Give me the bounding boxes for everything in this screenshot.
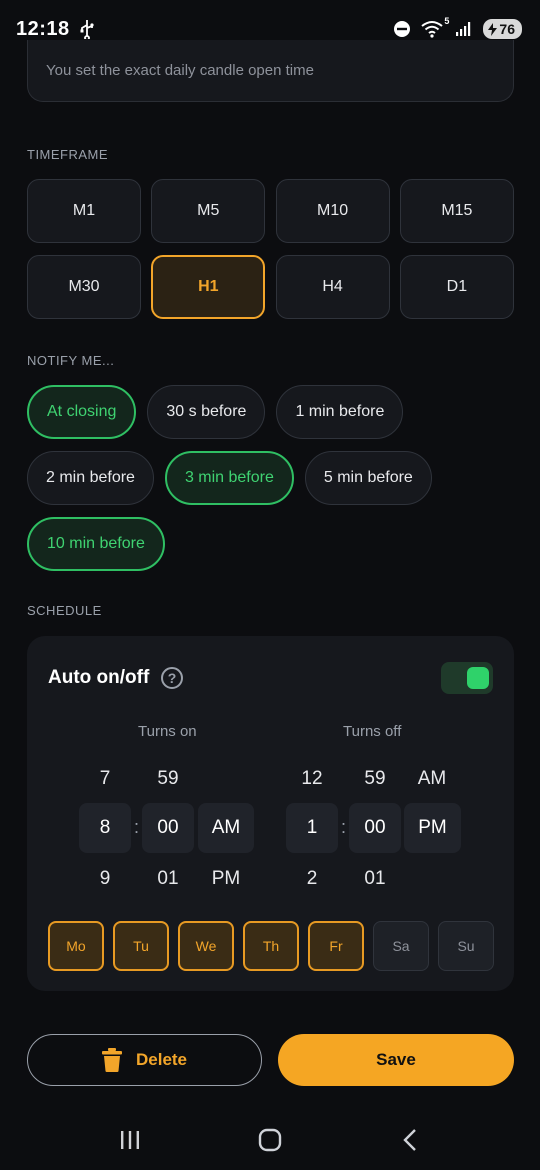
timeframe-option[interactable]: M10 [275, 179, 390, 243]
battery-level: 76 [499, 21, 515, 37]
home-button[interactable] [240, 1120, 300, 1160]
notify-chip[interactable]: 5 min before [304, 451, 432, 505]
notify-chip[interactable]: 2 min before [27, 451, 154, 505]
usb-icon [80, 20, 94, 39]
notify-label: NOTIFY ME... [27, 353, 115, 368]
on-min-selected[interactable]: 00 [142, 803, 194, 853]
day-toggle-sa[interactable]: Sa [373, 921, 429, 971]
back-icon [403, 1129, 416, 1151]
off-min-next[interactable]: 01 [349, 868, 401, 890]
off-ampm-prev[interactable]: AM [404, 768, 460, 790]
toggle-knob [467, 667, 489, 689]
day-toggle-fr[interactable]: Fr [308, 921, 364, 971]
wifi-badge: 5 [444, 16, 450, 26]
system-nav-bar [0, 1110, 540, 1170]
charging-icon [488, 22, 498, 36]
timeframe-grid: M1 M5 M10 M15 M30 H1 H4 D1 [27, 179, 514, 319]
on-ampm-selected[interactable]: AM [198, 803, 254, 853]
off-hour-selected[interactable]: 1 [286, 803, 338, 853]
off-min-selected[interactable]: 00 [349, 803, 401, 853]
on-min-next[interactable]: 01 [142, 868, 194, 890]
day-toggle-we[interactable]: We [178, 921, 234, 971]
off-min-prev[interactable]: 59 [349, 768, 401, 790]
wifi-icon: 5 [421, 16, 449, 38]
notify-chip[interactable]: 1 min before [276, 385, 404, 439]
off-hour-next[interactable]: 2 [286, 868, 338, 890]
on-hour-selected[interactable]: 8 [79, 803, 131, 853]
status-time: 12:18 [16, 17, 70, 40]
timeframe-option[interactable]: D1 [399, 255, 514, 319]
on-time-separator: : [134, 817, 140, 837]
on-hour-prev[interactable]: 7 [79, 768, 131, 790]
notify-chip[interactable]: 30 s before [147, 385, 266, 439]
back-button[interactable] [380, 1120, 440, 1160]
home-icon [258, 1128, 282, 1152]
recents-icon [121, 1131, 139, 1149]
timeframe-option[interactable]: M1 [27, 179, 141, 243]
weekday-selector: Mo Tu We Th Fr Sa Su [48, 921, 494, 971]
day-toggle-su[interactable]: Su [438, 921, 494, 971]
timeframe-option[interactable]: M15 [399, 179, 514, 243]
auto-onoff-title: Auto on/off [48, 667, 150, 688]
battery-indicator: 76 [483, 19, 522, 39]
notify-chip[interactable]: 3 min before [164, 451, 294, 505]
help-icon[interactable]: ? [161, 667, 183, 689]
schedule-card: Auto on/off ? Turns on Turns off 7 59 8 … [27, 636, 514, 991]
timeframe-option[interactable]: M30 [27, 255, 141, 319]
off-ampm-selected[interactable]: PM [404, 803, 461, 853]
on-hour-next[interactable]: 9 [79, 868, 131, 890]
day-toggle-th[interactable]: Th [243, 921, 299, 971]
trash-icon [101, 1048, 122, 1072]
note-card: You set the exact daily candle open time [27, 40, 514, 102]
save-button-label: Save [376, 1050, 416, 1069]
notify-chip[interactable]: At closing [27, 385, 137, 439]
note-text: You set the exact daily candle open time [46, 62, 314, 79]
delete-button-label: Delete [135, 1050, 188, 1069]
off-time-separator: : [341, 817, 347, 837]
day-toggle-tu[interactable]: Tu [113, 921, 169, 971]
signal-icon [456, 22, 471, 36]
timeframe-option[interactable]: M5 [151, 179, 266, 243]
off-hour-prev[interactable]: 12 [286, 768, 338, 790]
delete-button[interactable]: Delete [27, 1034, 262, 1086]
turns-off-label: Turns off [343, 723, 402, 740]
auto-onoff-toggle[interactable] [441, 662, 493, 694]
timeframe-option[interactable]: H4 [275, 255, 390, 319]
timeframe-label: TIMEFRAME [27, 147, 109, 162]
day-toggle-mo[interactable]: Mo [48, 921, 104, 971]
timeframe-option-selected[interactable]: H1 [151, 255, 266, 319]
dnd-icon [394, 21, 411, 37]
recents-button[interactable] [100, 1120, 160, 1160]
on-ampm-next[interactable]: PM [198, 868, 254, 890]
on-min-prev[interactable]: 59 [142, 768, 194, 790]
turns-on-label: Turns on [138, 723, 197, 740]
save-button[interactable]: Save [278, 1034, 514, 1086]
notify-chips: At closing 30 s before 1 min before 2 mi… [27, 385, 514, 571]
notify-chip[interactable]: 10 min before [27, 517, 165, 571]
schedule-label: SCHEDULE [27, 603, 102, 618]
